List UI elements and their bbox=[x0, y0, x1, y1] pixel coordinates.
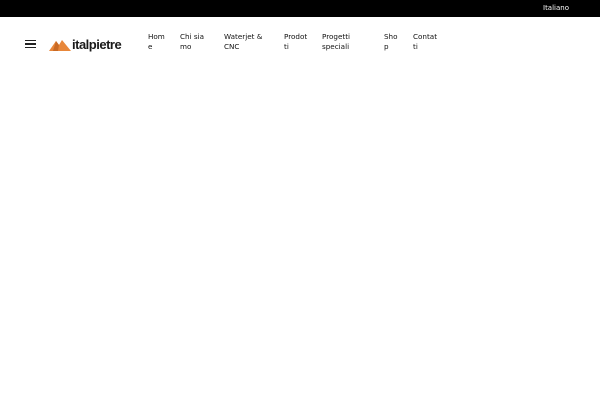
nav-item-progetti-speciali[interactable]: Progetti speciali bbox=[322, 32, 356, 52]
logo-text: italpietre bbox=[72, 37, 122, 52]
nav-item-home[interactable]: Home bbox=[148, 32, 165, 52]
top-bar: Italiano bbox=[0, 0, 600, 17]
nav-item-shop[interactable]: Shop bbox=[384, 32, 398, 52]
mountain-logo-icon bbox=[49, 40, 71, 51]
nav-item-contatti[interactable]: Contatti bbox=[413, 32, 438, 52]
site-header: italpietre Home Chi siamo Waterjet & CNC… bbox=[0, 17, 600, 65]
nav-item-chi-siamo[interactable]: Chi siamo bbox=[180, 32, 206, 52]
nav-item-prodotti[interactable]: Prodotti bbox=[284, 32, 308, 52]
hamburger-icon[interactable] bbox=[25, 40, 36, 48]
language-switcher[interactable]: Italiano bbox=[543, 3, 569, 13]
site-logo[interactable]: italpietre bbox=[49, 37, 122, 52]
page-content bbox=[0, 65, 600, 400]
nav-item-waterjet-cnc[interactable]: Waterjet & CNC bbox=[224, 32, 268, 52]
